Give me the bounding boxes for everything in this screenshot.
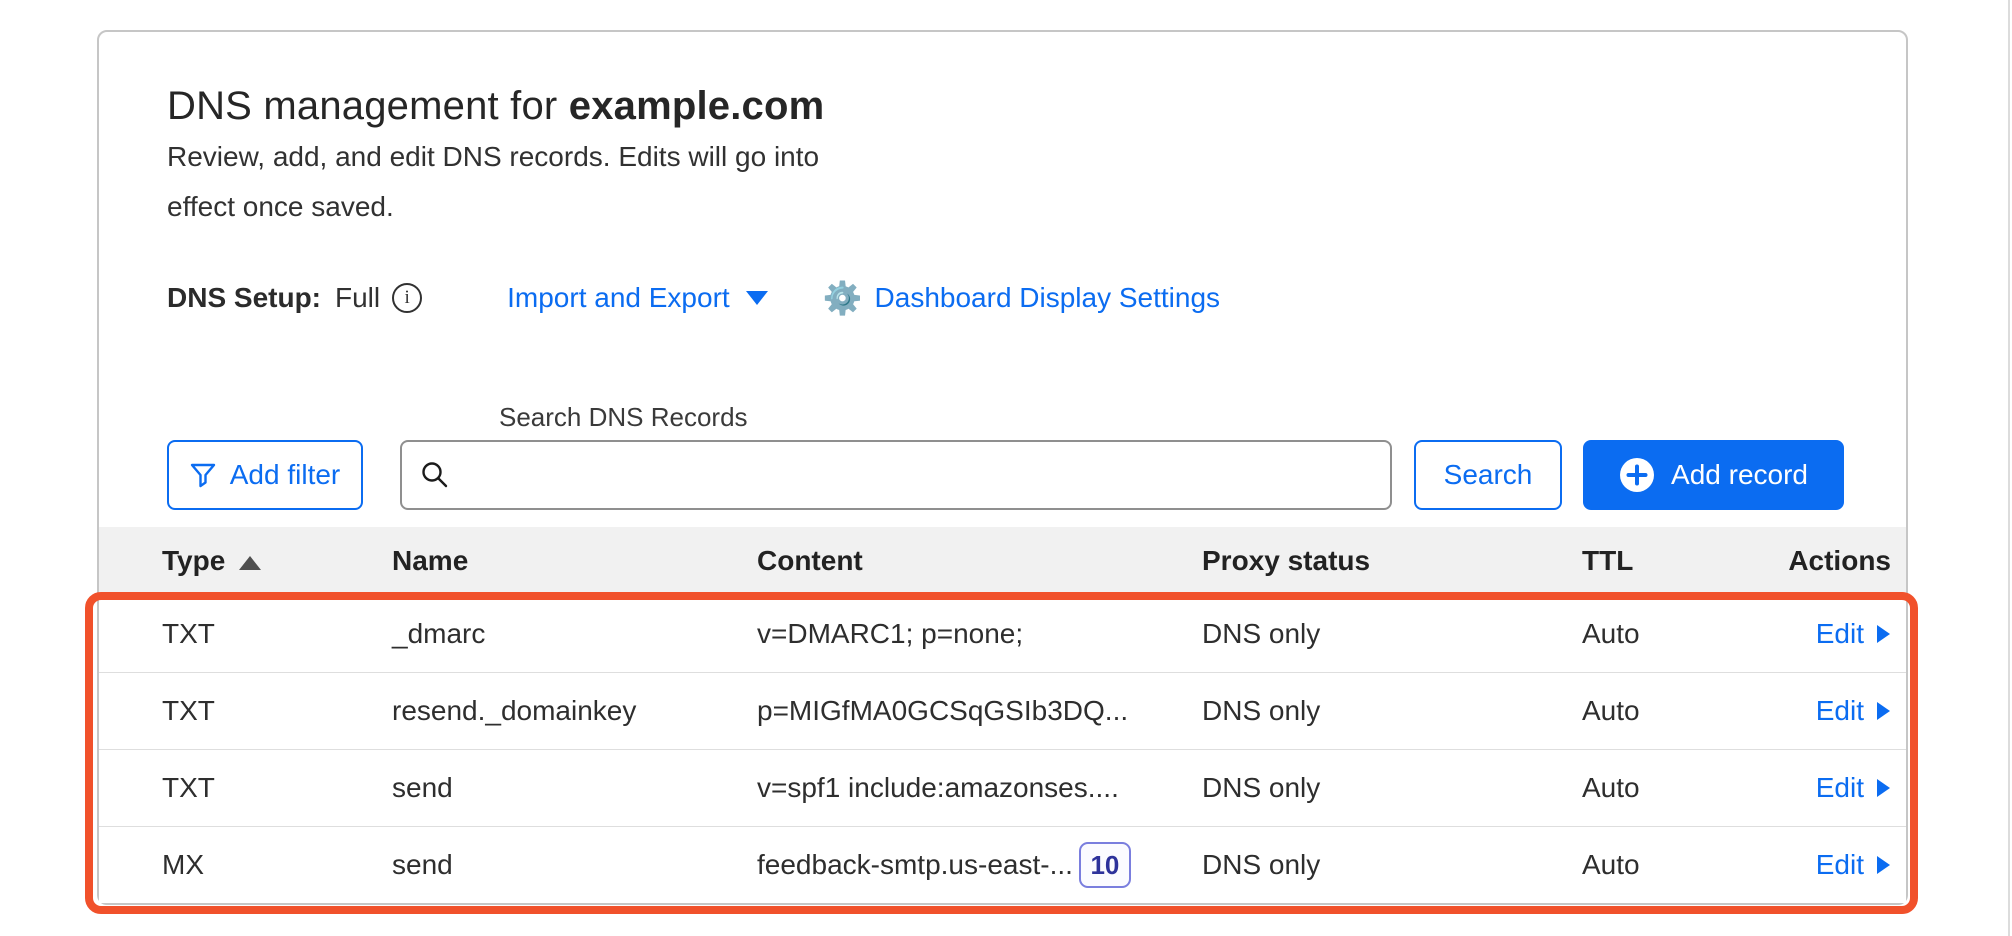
search-input[interactable]	[464, 459, 1372, 491]
table-row: TXT _dmarc v=DMARC1; p=none; DNS only Au…	[99, 595, 1906, 672]
dns-setup-row: DNS Setup: Full i Import and Export ⚙️ D…	[167, 277, 1220, 319]
cell-proxy-status: DNS only	[1202, 695, 1582, 727]
cell-content: v=spf1 include:amazonses....	[757, 772, 1202, 804]
cell-proxy-status: DNS only	[1202, 772, 1582, 804]
cell-name: _dmarc	[392, 618, 757, 650]
header-type[interactable]: Type	[162, 545, 392, 577]
page-title: DNS management for example.com	[167, 84, 824, 129]
dns-management-card: DNS management for example.com Review, a…	[97, 30, 1908, 905]
arrow-right-icon	[1876, 778, 1891, 798]
cell-content: v=DMARC1; p=none;	[757, 618, 1202, 650]
import-export-link[interactable]: Import and Export	[507, 282, 768, 314]
dashboard-display-settings-link[interactable]: ⚙️ Dashboard Display Settings	[823, 282, 1220, 314]
window-right-edge	[2008, 0, 2010, 936]
cell-content: p=MIGfMA0GCSqGSIb3DQ...	[757, 695, 1202, 727]
cell-content-text: feedback-smtp.us-east-...	[757, 849, 1073, 881]
toolbar: Add filter Search Add record	[99, 440, 1910, 510]
cell-type: TXT	[162, 618, 392, 650]
header-proxy-status[interactable]: Proxy status	[1202, 545, 1582, 577]
search-icon	[420, 460, 450, 490]
table-row: TXT resend._domainkey p=MIGfMA0GCSqGSIb3…	[99, 672, 1906, 749]
dashboard-display-settings-label: Dashboard Display Settings	[875, 282, 1221, 314]
search-box[interactable]	[400, 440, 1392, 510]
page-description: Review, add, and edit DNS records. Edits…	[167, 132, 827, 232]
search-button[interactable]: Search	[1414, 440, 1562, 510]
add-filter-button[interactable]: Add filter	[167, 440, 363, 510]
filter-funnel-icon	[190, 462, 216, 488]
edit-record-button[interactable]: Edit	[1816, 618, 1891, 650]
cell-name: send	[392, 772, 757, 804]
search-field-label: Search DNS Records	[499, 402, 748, 433]
cell-content: feedback-smtp.us-east-... 10	[757, 842, 1202, 888]
edit-label: Edit	[1816, 849, 1864, 881]
arrow-right-icon	[1876, 701, 1891, 721]
gear-icon: ⚙️	[823, 282, 863, 314]
edit-record-button[interactable]: Edit	[1816, 772, 1891, 804]
cell-type: MX	[162, 849, 392, 881]
cell-proxy-status: DNS only	[1202, 849, 1582, 881]
edit-record-button[interactable]: Edit	[1816, 849, 1891, 881]
edit-record-button[interactable]: Edit	[1816, 695, 1891, 727]
add-record-label: Add record	[1671, 459, 1808, 491]
priority-badge: 10	[1079, 842, 1131, 888]
header-type-label: Type	[162, 545, 225, 576]
dns-records-table: Type Name Content Proxy status TTL Actio…	[99, 527, 1906, 903]
add-record-button[interactable]: Add record	[1583, 440, 1844, 510]
header-content[interactable]: Content	[757, 545, 1202, 577]
table-row: MX send feedback-smtp.us-east-... 10 DNS…	[99, 826, 1906, 903]
cell-name: send	[392, 849, 757, 881]
sort-asc-icon	[239, 556, 261, 570]
search-button-label: Search	[1444, 459, 1533, 491]
cell-ttl: Auto	[1582, 618, 1772, 650]
edit-label: Edit	[1816, 618, 1864, 650]
cell-ttl: Auto	[1582, 695, 1772, 727]
info-icon[interactable]: i	[392, 283, 422, 313]
cell-ttl: Auto	[1582, 849, 1772, 881]
header-actions: Actions	[1788, 545, 1891, 577]
cell-content-text: p=MIGfMA0GCSqGSIb3DQ...	[757, 695, 1128, 727]
cell-type: TXT	[162, 772, 392, 804]
dns-setup-label: DNS Setup:	[167, 282, 321, 314]
arrow-right-icon	[1876, 855, 1891, 875]
cell-content-text: v=DMARC1; p=none;	[757, 618, 1023, 650]
arrow-right-icon	[1876, 624, 1891, 644]
page-title-domain: example.com	[569, 84, 825, 128]
cell-ttl: Auto	[1582, 772, 1772, 804]
chevron-down-icon	[746, 291, 768, 305]
add-filter-label: Add filter	[230, 459, 341, 491]
dns-setup-value: Full	[335, 282, 380, 314]
cell-type: TXT	[162, 695, 392, 727]
header-ttl[interactable]: TTL	[1582, 545, 1772, 577]
cell-content-text: v=spf1 include:amazonses....	[757, 772, 1119, 804]
edit-label: Edit	[1816, 772, 1864, 804]
plus-circle-icon	[1619, 457, 1655, 493]
header-name[interactable]: Name	[392, 545, 757, 577]
import-export-label: Import and Export	[507, 282, 730, 314]
edit-label: Edit	[1816, 695, 1864, 727]
page-title-prefix: DNS management for	[167, 84, 569, 128]
cell-name: resend._domainkey	[392, 695, 757, 727]
cell-proxy-status: DNS only	[1202, 618, 1582, 650]
table-row: TXT send v=spf1 include:amazonses.... DN…	[99, 749, 1906, 826]
table-header-row: Type Name Content Proxy status TTL Actio…	[99, 527, 1906, 595]
table-body: TXT _dmarc v=DMARC1; p=none; DNS only Au…	[99, 595, 1906, 903]
